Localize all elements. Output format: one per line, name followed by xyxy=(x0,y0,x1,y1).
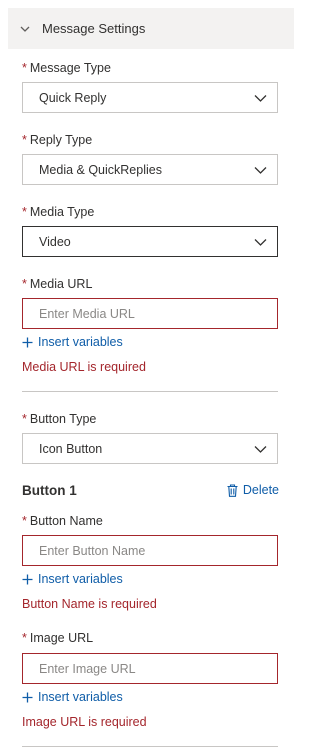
required-asterisk: * xyxy=(22,61,27,75)
button-type-label: * Button Type xyxy=(22,412,96,426)
button-type-label-text: Button Type xyxy=(29,412,97,426)
reply-type-label: * Reply Type xyxy=(22,133,92,147)
media-url-placeholder: Enter Media URL xyxy=(39,306,135,321)
required-asterisk: * xyxy=(22,412,27,426)
message-type-label-text: Message Type xyxy=(29,61,111,75)
image-url-error: Image URL is required xyxy=(22,715,147,729)
insert-variables-label: Insert variables xyxy=(38,335,123,349)
required-asterisk: * xyxy=(22,133,27,147)
message-type-label: * Message Type xyxy=(22,61,111,75)
section-title: Message Settings xyxy=(42,21,146,36)
trash-icon xyxy=(227,483,238,497)
chevron-down-icon xyxy=(254,92,267,104)
button-type-select[interactable]: Icon Button xyxy=(22,433,278,464)
chevron-down-icon xyxy=(254,164,267,176)
button-1-heading: Button 1 xyxy=(22,483,77,498)
delete-label: Delete xyxy=(242,483,279,497)
required-asterisk: * xyxy=(22,514,27,528)
image-url-placeholder: Enter Image URL xyxy=(39,661,136,676)
reply-type-select[interactable]: Media & QuickReplies xyxy=(22,154,278,185)
insert-variables-label: Insert variables xyxy=(38,572,123,586)
delete-button[interactable]: Delete xyxy=(227,483,279,497)
media-type-value: Video xyxy=(39,234,71,249)
media-type-label: * Media Type xyxy=(22,205,94,219)
button-type-value: Icon Button xyxy=(39,441,103,456)
image-url-label: * Image URL xyxy=(22,631,93,645)
image-url-input[interactable]: Enter Image URL xyxy=(22,653,278,684)
chevron-down-icon xyxy=(254,236,267,248)
media-type-label-text: Media Type xyxy=(29,205,95,219)
media-url-label: * Media URL xyxy=(22,277,92,291)
reply-type-value: Media & QuickReplies xyxy=(39,162,162,177)
required-asterisk: * xyxy=(22,277,27,291)
message-settings-header[interactable]: Message Settings xyxy=(8,8,294,49)
media-url-input[interactable]: Enter Media URL xyxy=(22,298,278,329)
button-name-label-text: Button Name xyxy=(29,514,103,528)
button-name-error: Button Name is required xyxy=(22,597,157,611)
reply-type-label-text: Reply Type xyxy=(29,133,93,147)
message-settings-panel: Message Settings * Message Type Quick Rep… xyxy=(0,0,309,755)
image-url-label-text: Image URL xyxy=(29,631,94,645)
media-url-label-text: Media URL xyxy=(29,277,93,291)
plus-icon xyxy=(22,337,33,348)
media-url-error: Media URL is required xyxy=(22,360,146,374)
image-url-insert-variables[interactable]: Insert variables xyxy=(22,690,123,704)
insert-variables-label: Insert variables xyxy=(38,690,123,704)
button-name-placeholder: Enter Button Name xyxy=(39,543,146,558)
divider xyxy=(22,746,278,747)
button-name-input[interactable]: Enter Button Name xyxy=(22,535,278,566)
button-name-insert-variables[interactable]: Insert variables xyxy=(22,572,123,586)
chevron-down-icon xyxy=(254,443,267,455)
chevron-down-icon xyxy=(20,24,30,34)
plus-icon xyxy=(22,692,33,703)
message-type-value: Quick Reply xyxy=(39,90,107,105)
required-asterisk: * xyxy=(22,205,27,219)
plus-icon xyxy=(22,574,33,585)
required-asterisk: * xyxy=(22,631,27,645)
button-name-label: * Button Name xyxy=(22,514,103,528)
media-url-insert-variables[interactable]: Insert variables xyxy=(22,335,123,349)
divider xyxy=(22,391,278,392)
media-type-select[interactable]: Video xyxy=(22,226,278,257)
message-type-select[interactable]: Quick Reply xyxy=(22,82,278,113)
